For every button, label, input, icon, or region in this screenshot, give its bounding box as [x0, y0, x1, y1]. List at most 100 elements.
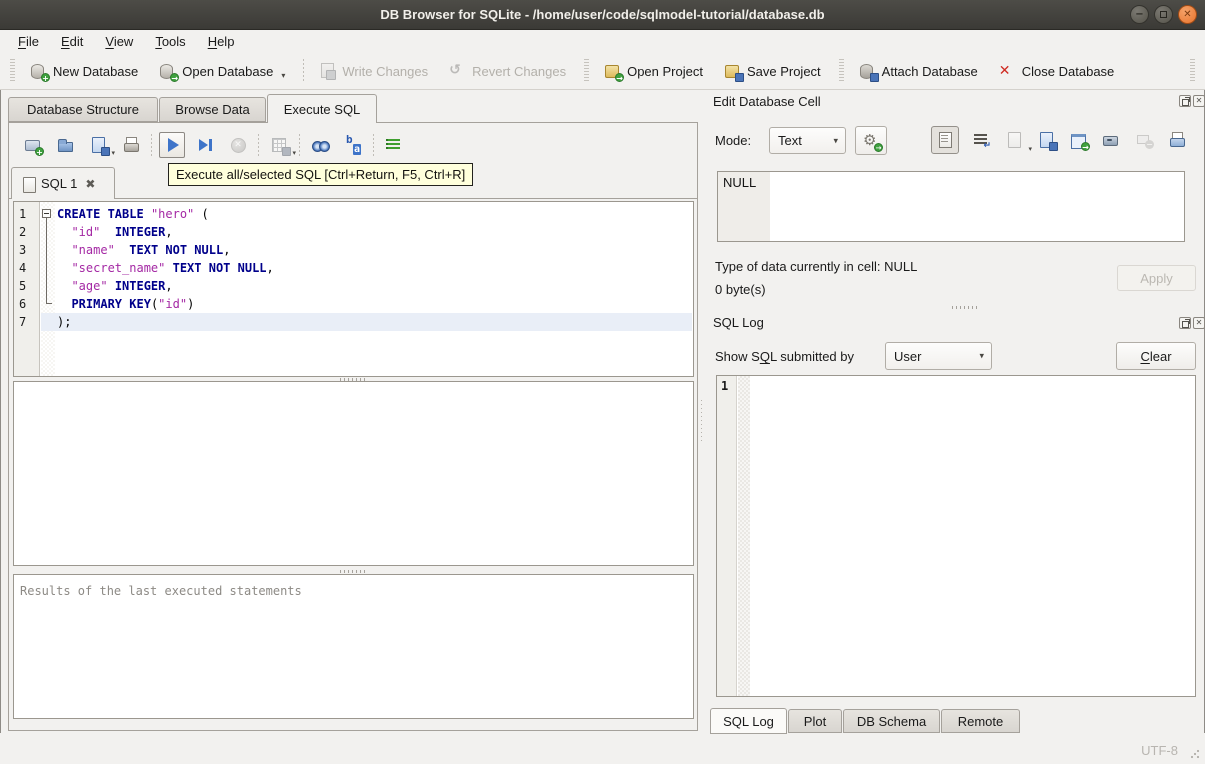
open-sql-file-button[interactable]: [52, 132, 78, 158]
menu-view[interactable]: View: [95, 32, 143, 51]
sql-text: );: [57, 315, 72, 329]
fold-toggle-icon[interactable]: [42, 209, 51, 218]
tab-browse-data[interactable]: Browse Data: [159, 97, 266, 122]
menu-file[interactable]: File: [8, 32, 49, 51]
title-bar[interactable]: DB Browser for SQLite - /home/user/code/…: [0, 0, 1205, 30]
sql-code-editor[interactable]: 1 2 3 4 5 6 7 CREATE TABLE "hero" ( "id" INTEG…: [13, 201, 694, 377]
sql-toolbar-separator: [258, 134, 259, 156]
link-button[interactable]: [1096, 126, 1124, 154]
mode-label: Mode:: [715, 133, 752, 148]
execute-all-button[interactable]: [159, 132, 185, 158]
sql-keyword: INTEGER: [114, 225, 166, 239]
clear-log-button[interactable]: Clear: [1116, 342, 1196, 370]
sql-editor-tab[interactable]: SQL 1 ✖: [11, 167, 115, 199]
code-line[interactable]: PRIMARY KEY("id"): [57, 295, 693, 313]
sql-log-view[interactable]: 1: [716, 375, 1196, 697]
code-line[interactable]: );: [57, 313, 693, 331]
execute-line-button[interactable]: [192, 132, 218, 158]
save-project-button[interactable]: Save Project: [715, 57, 833, 85]
toolbar-handle[interactable]: [10, 59, 15, 83]
apply-format-button[interactable]: →: [855, 126, 887, 155]
results-splitter-handle[interactable]: [340, 570, 366, 573]
open-database-button[interactable]: → Open Database ▾: [150, 57, 297, 85]
sql-text: (: [194, 207, 209, 221]
find-button[interactable]: [307, 132, 333, 158]
apply-button[interactable]: Apply: [1117, 265, 1196, 291]
open-project-button[interactable]: → Open Project: [595, 57, 715, 85]
toolbar-grip[interactable]: [1190, 59, 1195, 83]
dock-close-icon[interactable]: [1193, 95, 1205, 107]
new-sql-tab-icon-badge: +: [35, 147, 44, 157]
tab-label: Execute SQL: [283, 101, 361, 117]
open-project-label: Open Project: [627, 63, 703, 79]
print-button[interactable]: [118, 132, 144, 158]
import-data-button: ▾: [1000, 126, 1032, 154]
text-mode-icon: [936, 131, 954, 149]
code-line[interactable]: "name" TEXT NOT NULL,: [57, 241, 693, 259]
open-external-icon-badge: →: [1081, 142, 1090, 152]
tab-execute-sql[interactable]: Execute SQL: [267, 94, 377, 123]
menu-help[interactable]: Help: [198, 32, 245, 51]
word-wrap-button[interactable]: [967, 126, 995, 154]
log-line-number: 1: [721, 379, 729, 393]
sql-string: "hero": [150, 207, 195, 221]
cell-size-info: 0 byte(s): [715, 282, 766, 297]
save-sql-file-button[interactable]: ▾: [85, 132, 115, 158]
open-sql-file-icon: [56, 136, 74, 154]
close-tab-icon[interactable]: ✖: [85, 178, 95, 190]
log-dock-float-icon[interactable]: [1179, 317, 1191, 329]
stop-button: [225, 132, 251, 158]
mode-select[interactable]: Text: [769, 127, 846, 154]
sql-keyword: INTEGER: [114, 279, 166, 293]
dock-splitter-handle[interactable]: [952, 306, 978, 309]
dock-tab-sql-log[interactable]: SQL Log: [710, 708, 787, 734]
execute-sql-panel: + ▾ ▾ SQL 1 ✖ 1 2 3 4 5 6 7 CREATE TABLE "hero" …: [8, 122, 698, 731]
save-results-button: ▾: [266, 132, 296, 158]
set-null-button: [1131, 126, 1159, 154]
dock-tab-remote[interactable]: Remote: [941, 709, 1020, 733]
panel-splitter-handle[interactable]: [701, 400, 704, 442]
menu-tools[interactable]: Tools: [145, 32, 195, 51]
dock-float-icon[interactable]: [1179, 95, 1191, 107]
sql-log-filter-select[interactable]: User: [885, 342, 992, 370]
sql-keyword: TEXT NOT NULL: [129, 243, 224, 257]
dock-tab-db-schema[interactable]: DB Schema: [843, 709, 940, 733]
code-line[interactable]: "secret_name" TEXT NOT NULL,: [57, 259, 693, 277]
fold-margin[interactable]: [41, 202, 55, 376]
open-external-button[interactable]: →: [1064, 126, 1092, 154]
toolbar-handle[interactable]: [838, 59, 844, 83]
log-dock-close-icon[interactable]: [1193, 317, 1205, 329]
status-bar: UTF-8: [0, 733, 1205, 764]
print-icon: [122, 136, 140, 154]
line-number: 7: [19, 315, 27, 329]
new-database-button[interactable]: + New Database: [21, 57, 150, 85]
replace-button[interactable]: [340, 132, 366, 158]
minimize-button-icon[interactable]: −: [1130, 5, 1149, 24]
print-cell-button[interactable]: [1163, 126, 1191, 154]
format-sql-button[interactable]: [381, 132, 407, 158]
menu-edit[interactable]: Edit: [51, 32, 93, 51]
tab-label: Browse Data: [175, 102, 250, 117]
dropdown-caret-icon[interactable]: ▾: [292, 149, 296, 157]
cell-value-editor[interactable]: NULL: [717, 171, 1185, 242]
text-mode-button[interactable]: [931, 126, 959, 154]
dropdown-caret-icon[interactable]: ▾: [281, 71, 285, 80]
new-sql-tab-button[interactable]: +: [19, 132, 45, 158]
dock-tab-plot[interactable]: Plot: [788, 709, 842, 733]
dropdown-caret-icon[interactable]: ▾: [111, 149, 115, 157]
code-line[interactable]: CREATE TABLE "hero" (: [57, 205, 693, 223]
tab-database-structure[interactable]: Database Structure: [8, 97, 158, 122]
code-line[interactable]: "id" INTEGER,: [57, 223, 693, 241]
toolbar-handle[interactable]: [584, 59, 590, 83]
mode-select-value: Text: [778, 133, 802, 148]
maximize-button-icon[interactable]: [1154, 5, 1173, 24]
sql-string: "age": [71, 279, 108, 293]
close-database-button[interactable]: Close Database: [990, 57, 1127, 85]
resize-grip[interactable]: [1190, 749, 1200, 759]
close-button-icon[interactable]: ✕: [1178, 5, 1197, 24]
attach-database-button[interactable]: Attach Database: [850, 57, 990, 85]
code-line[interactable]: "age" INTEGER,: [57, 277, 693, 295]
export-data-button[interactable]: [1032, 126, 1060, 154]
